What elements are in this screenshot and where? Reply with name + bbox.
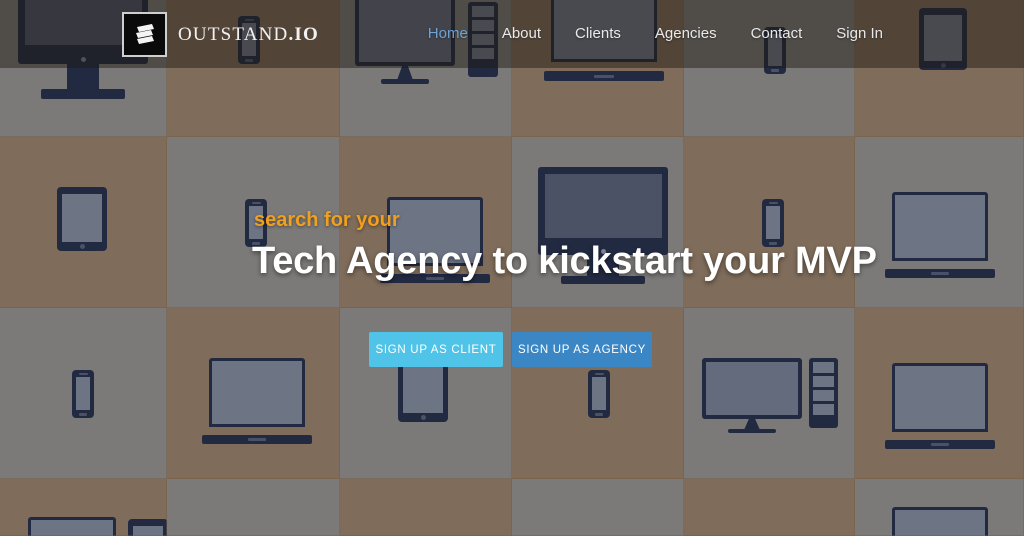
grid-tile — [684, 479, 855, 536]
page-root: OUTSTAND.IO Home About Clients Agencies … — [0, 0, 1024, 536]
phone-icon — [72, 370, 94, 418]
grid-tile — [855, 137, 1024, 308]
grid-tile — [512, 137, 684, 308]
imac-monitor-icon — [538, 167, 668, 289]
laptop-icon — [885, 507, 995, 536]
tower-pc-icon — [809, 358, 838, 428]
top-navigation-bar: OUTSTAND.IO Home About Clients Agencies … — [0, 0, 1024, 68]
hero-cta-group: SIGN UP AS CLIENT SIGN UP AS AGENCY — [369, 332, 652, 367]
laptop-icon — [380, 197, 490, 283]
grid-tile — [167, 137, 340, 308]
nav-link-contact[interactable]: Contact — [734, 0, 820, 68]
nav-link-sign-in[interactable]: Sign In — [819, 0, 900, 68]
nav-link-agencies[interactable]: Agencies — [638, 0, 734, 68]
grid-tile — [855, 479, 1024, 536]
nav-link-about[interactable]: About — [485, 0, 558, 68]
sign-up-as-client-button[interactable]: SIGN UP AS CLIENT — [369, 332, 503, 367]
monitor-icon — [702, 358, 802, 438]
laptop-icon — [202, 358, 312, 444]
grid-tile — [684, 308, 855, 479]
grid-tile — [340, 137, 512, 308]
nav-link-clients[interactable]: Clients — [558, 0, 638, 68]
logo-wordmark: OUTSTAND.IO — [178, 24, 319, 46]
grid-tile — [0, 137, 167, 308]
nav-link-home[interactable]: Home — [411, 0, 485, 68]
tablet-icon — [128, 519, 167, 536]
main-navigation: Home About Clients Agencies Contact Sign… — [411, 0, 900, 68]
sign-up-as-agency-button[interactable]: SIGN UP AS AGENCY — [512, 332, 652, 367]
grid-tile — [167, 308, 340, 479]
site-logo[interactable]: OUTSTAND.IO — [122, 12, 319, 57]
tablet-icon — [398, 358, 448, 422]
phone-icon — [762, 199, 784, 247]
grid-tile — [167, 479, 340, 536]
phone-icon — [588, 370, 610, 418]
phone-icon — [245, 199, 267, 247]
laptop-icon — [885, 192, 995, 278]
logo-text-accent: .IO — [288, 23, 319, 45]
lightning-bolt-logo-icon — [122, 12, 167, 57]
grid-tile — [855, 308, 1024, 479]
grid-tile — [340, 479, 512, 536]
grid-tile — [512, 479, 684, 536]
grid-tile — [0, 308, 167, 479]
logo-text-main: OUTSTAND — [178, 23, 289, 45]
grid-tile — [684, 137, 855, 308]
laptop-icon — [885, 363, 995, 449]
laptop-icon — [22, 517, 122, 536]
background-device-grid — [0, 0, 1024, 536]
grid-tile — [0, 479, 167, 536]
tablet-icon — [57, 187, 107, 251]
